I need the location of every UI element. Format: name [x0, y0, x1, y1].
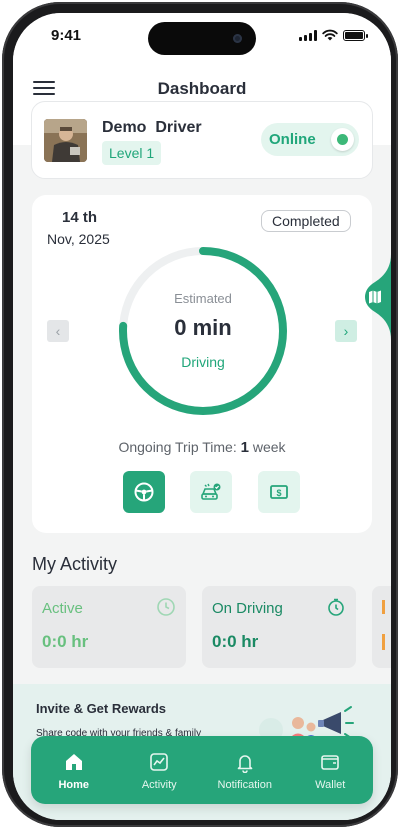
bell-icon [237, 755, 253, 773]
steering-wheel-icon [134, 482, 154, 502]
trip-month-year: Nov, 2025 [47, 231, 110, 247]
toggle-knob [331, 128, 354, 151]
trip-card: 14 th Nov, 2025 Completed Estimated 0 mi… [32, 195, 372, 533]
svg-text:$: $ [276, 488, 281, 498]
chevron-left-icon: ‹ [55, 323, 61, 339]
activity-icon [150, 753, 169, 771]
activity-peek-accent [382, 600, 385, 650]
nav-item-notification[interactable]: Notification [202, 736, 288, 804]
trip-day: 14 th [62, 209, 98, 226]
battery-icon [343, 29, 368, 41]
home-icon [65, 754, 82, 770]
chevron-right-icon: › [343, 323, 349, 339]
level-badge: Level 1 [102, 141, 162, 165]
cash-icon: $ [270, 485, 288, 499]
earnings-button[interactable]: $ [258, 471, 300, 513]
driver-card: Demo Driver Level 1 Online [31, 101, 373, 179]
ongoing-unit: week [252, 439, 286, 455]
activity-card-active[interactable]: Active 0:0 hr [32, 586, 186, 668]
invite-title: Invite & Get Rewards [36, 701, 167, 716]
ring-label: Estimated [174, 291, 232, 306]
previous-button[interactable]: ‹ [47, 320, 69, 342]
ring-sublabel: Driving [181, 354, 225, 370]
phone-frame: 9:41 Dashboard Demo Driver Level 1 Onlin… [2, 2, 398, 827]
activity-card-label: On Driving [212, 600, 283, 617]
clock-icon [157, 598, 175, 616]
ring-value: 0 min [174, 315, 232, 340]
trip-status-badge: Completed [261, 210, 351, 232]
nav-label: Activity [141, 779, 177, 791]
activity-card-value: 0:0 hr [212, 632, 259, 651]
page-title: Dashboard [157, 79, 247, 98]
bottom-navigation: Home Activity Notification Wallet [31, 736, 373, 804]
wallet-icon [321, 755, 340, 770]
status-bar: 9:41 [13, 13, 391, 59]
screen: 9:41 Dashboard Demo Driver Level 1 Onlin… [13, 13, 391, 820]
nav-label: Notification [217, 779, 272, 791]
activity-card-value: 0:0 hr [42, 632, 89, 651]
wifi-icon [322, 29, 338, 41]
map-icon [369, 290, 381, 304]
section-title-activity: My Activity [32, 554, 118, 574]
map-tab[interactable] [357, 254, 391, 340]
driver-name: Demo Driver [102, 119, 202, 136]
avatar[interactable] [44, 119, 87, 162]
ongoing-value: 1 [240, 439, 249, 456]
camera-icon [233, 34, 242, 43]
dynamic-island [148, 22, 256, 55]
activity-card-peek[interactable] [372, 586, 391, 668]
nav-item-activity[interactable]: Activity [117, 736, 203, 804]
status-icons [299, 29, 368, 41]
next-button[interactable]: › [335, 320, 357, 342]
steering-wheel-button[interactable] [123, 471, 165, 513]
online-toggle[interactable]: Online [261, 123, 359, 156]
activity-card-on-driving[interactable]: On Driving 0:0 hr [202, 586, 356, 668]
cellular-signal-icon [299, 29, 317, 41]
activity-card-label: Active [42, 600, 83, 617]
car-check-icon [201, 483, 221, 500]
car-check-button[interactable] [190, 471, 232, 513]
nav-item-wallet[interactable]: Wallet [288, 736, 374, 804]
status-time: 9:41 [51, 27, 82, 44]
ongoing-trip-time: Ongoing Trip Time: 1 week [32, 439, 372, 456]
nav-label: Home [58, 779, 90, 791]
online-label: Online [269, 131, 316, 148]
stopwatch-icon [328, 598, 344, 616]
nav-item-home[interactable]: Home [31, 736, 117, 804]
nav-label: Wallet [315, 779, 346, 791]
referral-illustration [259, 706, 354, 740]
ongoing-label: Ongoing Trip Time: [118, 439, 237, 455]
